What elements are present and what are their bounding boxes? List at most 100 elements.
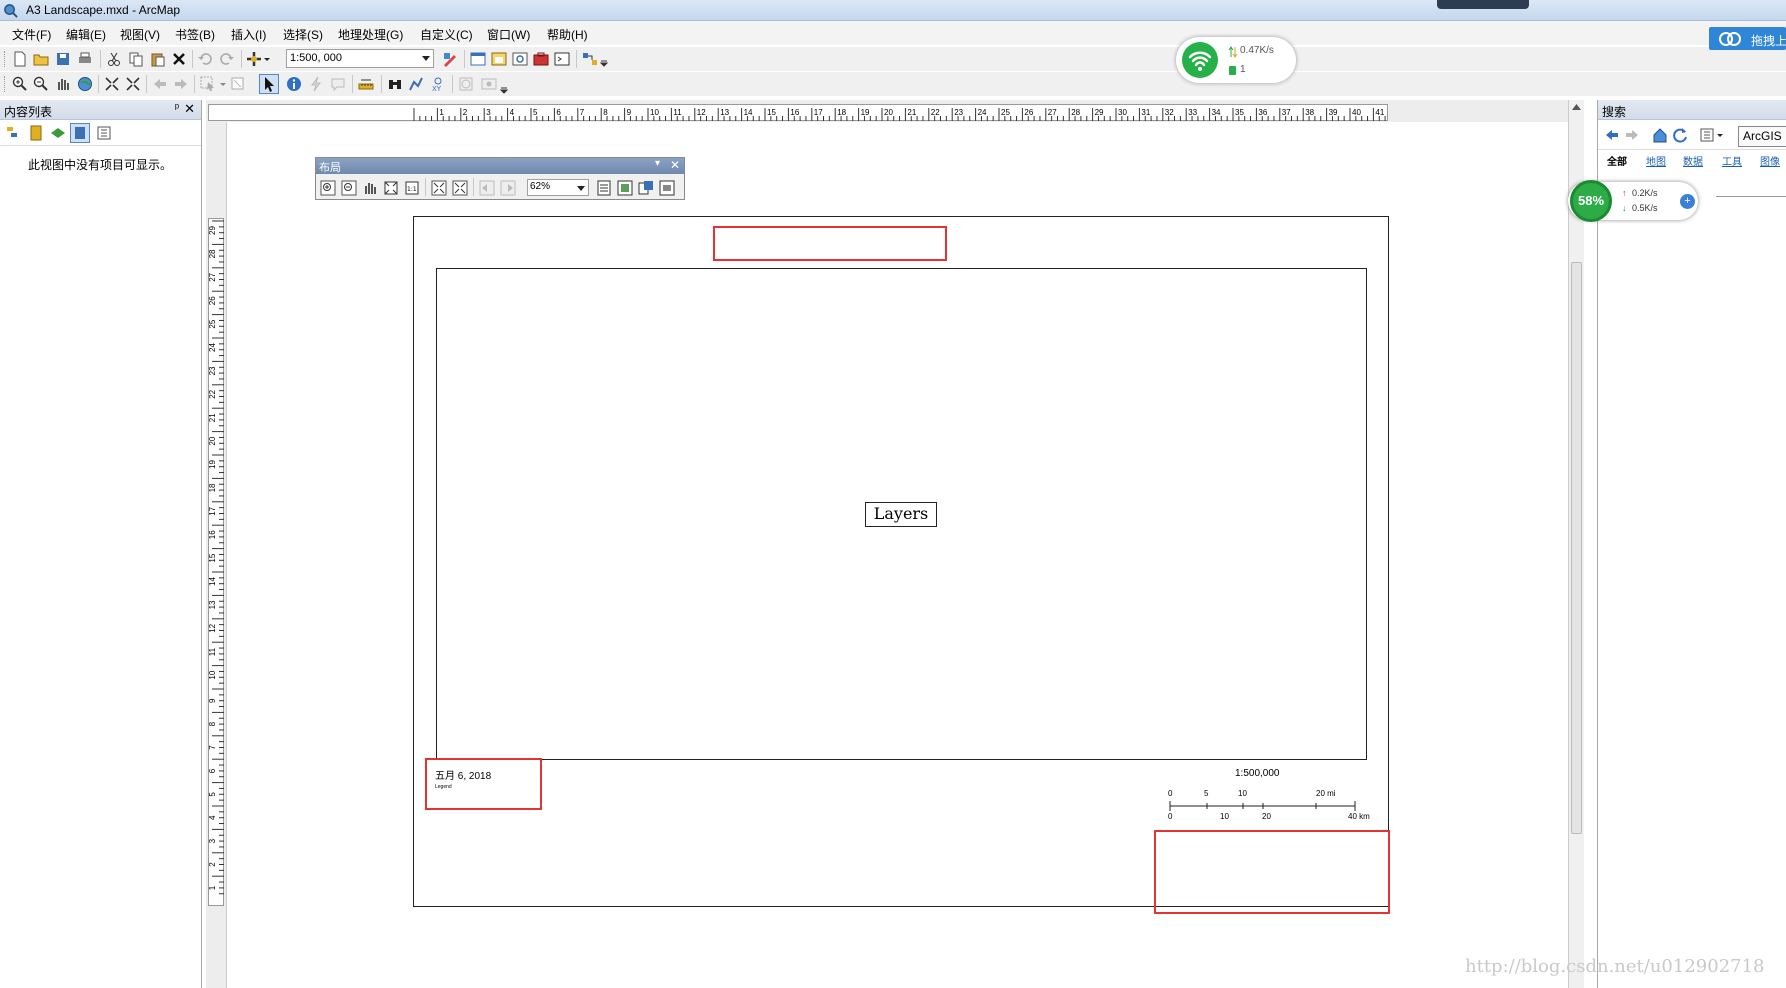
open-folder-icon[interactable] [33, 51, 49, 67]
toolbar-overflow-icon[interactable] [500, 78, 508, 94]
copy-icon[interactable] [128, 51, 144, 67]
menu-file[interactable]: 文件(F) [12, 26, 51, 43]
chevron-down-icon[interactable] [1716, 127, 1724, 143]
search-tab-data[interactable]: 数据 [1683, 153, 1703, 168]
network-status-widget[interactable]: 0.47K/s 1 [1176, 37, 1296, 83]
zoom-100-icon[interactable]: 1:1 [404, 180, 420, 196]
fixed-zoom-in-icon[interactable] [104, 76, 120, 92]
new-document-icon[interactable] [12, 51, 28, 67]
undo-icon[interactable] [197, 51, 213, 67]
catalog-window-icon[interactable] [491, 51, 507, 67]
menu-edit[interactable]: 编辑(E) [66, 26, 106, 43]
delete-icon[interactable] [171, 51, 187, 67]
zoom-whole-page-icon[interactable] [383, 180, 399, 196]
select-features-icon[interactable] [200, 76, 216, 92]
clear-selection-icon[interactable] [230, 76, 246, 92]
chevron-down-icon[interactable] [263, 51, 271, 67]
menu-customize[interactable]: 自定义(C) [420, 26, 473, 43]
go-back-extent-icon[interactable] [479, 180, 495, 196]
vertical-ruler[interactable]: 29 28 27 26 25 24 23 22 21 20 19 18 17 16 15 14 13 12 11 10… [208, 218, 224, 906]
fixed-zoom-out-icon[interactable] [125, 76, 141, 92]
pin-icon[interactable]: ᵖ [175, 102, 179, 114]
cut-icon[interactable] [106, 51, 122, 67]
change-layout-icon[interactable] [638, 180, 654, 196]
menu-help[interactable]: 帮助(H) [547, 26, 588, 43]
speed-monitor-widget[interactable]: 58% ↑ 0.2K/s ↓ 0.5K/s + [1568, 180, 1698, 222]
list-by-selection-icon[interactable] [70, 123, 90, 143]
search-window-icon[interactable] [512, 51, 528, 67]
vertical-scrollbar[interactable] [1568, 100, 1584, 988]
chevron-down-icon[interactable] [422, 56, 430, 61]
back-arrow-icon[interactable] [1604, 127, 1620, 143]
editor-toolbar-icon[interactable] [442, 51, 458, 67]
menu-selection[interactable]: 选择(S) [283, 26, 323, 43]
search-input-line[interactable] [1716, 196, 1786, 197]
scale-text[interactable]: 1:500,000 [1235, 768, 1280, 779]
plus-icon[interactable]: + [1680, 194, 1695, 209]
chevron-down-icon[interactable] [219, 76, 227, 92]
toolbar-grip[interactable] [4, 76, 7, 92]
find-binoculars-icon[interactable] [387, 76, 403, 92]
forward-extent-arrow-icon[interactable] [173, 76, 189, 92]
fixed-zoom-out-icon[interactable] [452, 180, 468, 196]
layout-zoom-in-icon[interactable] [320, 180, 336, 196]
menu-window[interactable]: 窗口(W) [487, 26, 530, 43]
html-popup-icon[interactable] [330, 76, 346, 92]
list-by-drawing-order-icon[interactable] [6, 125, 22, 141]
chevron-down-icon[interactable] [577, 186, 585, 191]
cloud-upload-button[interactable]: 拖拽上 [1709, 27, 1786, 50]
map-scale-combobox[interactable]: 1:500, 000 [286, 49, 434, 68]
viewer-window-icon[interactable] [481, 76, 497, 92]
add-data-icon[interactable] [246, 51, 262, 67]
redo-icon[interactable] [219, 51, 235, 67]
refresh-icon[interactable] [1672, 127, 1688, 143]
forward-arrow-icon[interactable] [1624, 127, 1640, 143]
list-by-visibility-icon[interactable] [50, 125, 66, 141]
menu-geoprocessing[interactable]: 地理处理(G) [338, 26, 403, 43]
home-icon[interactable] [1652, 127, 1668, 143]
print-icon[interactable] [77, 51, 93, 67]
zoom-out-icon[interactable] [33, 76, 49, 92]
data-frame-label[interactable]: Layers [865, 502, 937, 527]
toc-options-icon[interactable] [96, 125, 112, 141]
arctoolbox-window-icon[interactable] [533, 51, 549, 67]
search-tab-tools[interactable]: 工具 [1722, 153, 1742, 168]
zoom-in-icon[interactable] [12, 76, 28, 92]
hyperlink-lightning-icon[interactable] [308, 76, 324, 92]
layout-zoom-out-icon[interactable] [341, 180, 357, 196]
window-caption-buttons[interactable] [1437, 0, 1529, 9]
go-forward-extent-icon[interactable] [500, 180, 516, 196]
layout-pan-icon[interactable] [362, 180, 378, 196]
data-driven-pages-icon[interactable] [659, 180, 675, 196]
legend-text[interactable]: Legend [435, 784, 452, 790]
close-icon[interactable]: ✕ [670, 158, 680, 172]
horizontal-ruler[interactable]: 1 2 3 4 5 6 7 8 9 10 11 12 13 14 15 16 17 18 19 20 21 22 23 24 2… [208, 104, 1392, 121]
search-tab-images[interactable]: 图像 [1760, 153, 1780, 168]
search-tab-maps[interactable]: 地图 [1646, 153, 1666, 168]
scrollbar-thumb[interactable] [1571, 262, 1582, 834]
menu-view[interactable]: 视图(V) [120, 26, 160, 43]
scroll-up-arrow-icon[interactable] [1572, 104, 1581, 110]
toolbar-grip[interactable] [4, 51, 7, 67]
search-scope-button[interactable]: ArcGIS [1738, 126, 1786, 147]
date-text[interactable]: 五月 6, 2018 [435, 767, 491, 782]
chevron-down-icon[interactable]: ▾ [655, 158, 660, 169]
full-extent-globe-icon[interactable] [77, 76, 93, 92]
identify-info-icon[interactable] [286, 76, 302, 92]
paste-icon[interactable] [150, 51, 166, 67]
list-by-source-icon[interactable] [28, 125, 44, 141]
pan-hand-icon[interactable] [55, 76, 71, 92]
scale-bar[interactable]: 0 5 10 20 mi 0 10 20 40 km [1160, 788, 1380, 820]
menu-bookmarks[interactable]: 书签(B) [175, 26, 215, 43]
find-route-icon[interactable] [408, 76, 424, 92]
menu-insert[interactable]: 插入(I) [231, 26, 266, 43]
table-of-contents-window-icon[interactable] [470, 51, 486, 67]
toolbar-overflow-icon[interactable] [600, 51, 608, 67]
measure-ruler-icon[interactable] [358, 76, 374, 92]
focus-data-frame-icon[interactable] [617, 180, 633, 196]
back-extent-arrow-icon[interactable] [152, 76, 168, 92]
save-icon[interactable] [55, 51, 71, 67]
time-slider-icon[interactable] [458, 76, 474, 92]
model-builder-icon[interactable] [582, 51, 598, 67]
search-tab-all[interactable]: 全部 [1607, 153, 1627, 168]
